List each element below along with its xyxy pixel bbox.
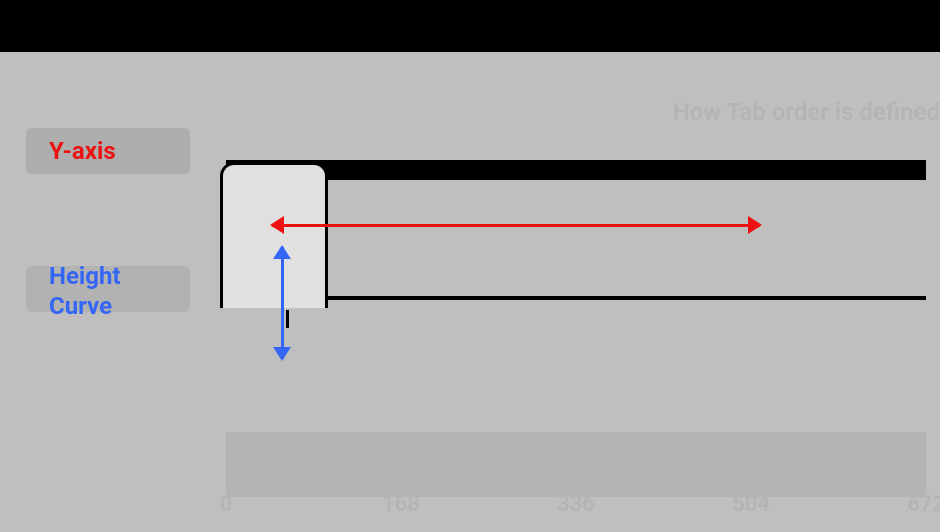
- chart-plot-area: How Tab order is defined 0 168 336 504 6…: [226, 52, 940, 532]
- figure-canvas: Y-axis Height Curve How Tab order is def…: [0, 0, 940, 532]
- xtick-4: 672: [907, 492, 940, 517]
- arrow-yaxis-extent: [272, 224, 760, 227]
- legend-panel: Y-axis Height Curve: [0, 52, 226, 532]
- arrow-up-icon: [273, 245, 291, 259]
- legend-label-yaxis: Y-axis: [49, 137, 116, 165]
- tab-tick-indicator: [286, 310, 289, 328]
- arrow-height-extent: [281, 247, 284, 359]
- top-black-bar: [0, 0, 940, 52]
- chart-row-mid-border: [226, 296, 926, 300]
- chart-x-axis-line: [226, 484, 926, 488]
- chart-row-top-border: [226, 160, 926, 180]
- arrow-right-icon: [748, 216, 762, 234]
- tab-knob: [220, 162, 328, 308]
- legend-label-height-b: Curve: [49, 292, 112, 320]
- arrow-down-icon: [273, 347, 291, 361]
- xtick-3: 504: [732, 492, 770, 517]
- arrow-left-icon: [270, 216, 284, 234]
- chart-title: How Tab order is defined: [673, 98, 940, 126]
- xtick-0: 0: [220, 492, 233, 517]
- xtick-2: 336: [557, 492, 595, 517]
- legend-label-height-a: Height: [49, 262, 121, 290]
- xtick-1: 168: [382, 492, 420, 517]
